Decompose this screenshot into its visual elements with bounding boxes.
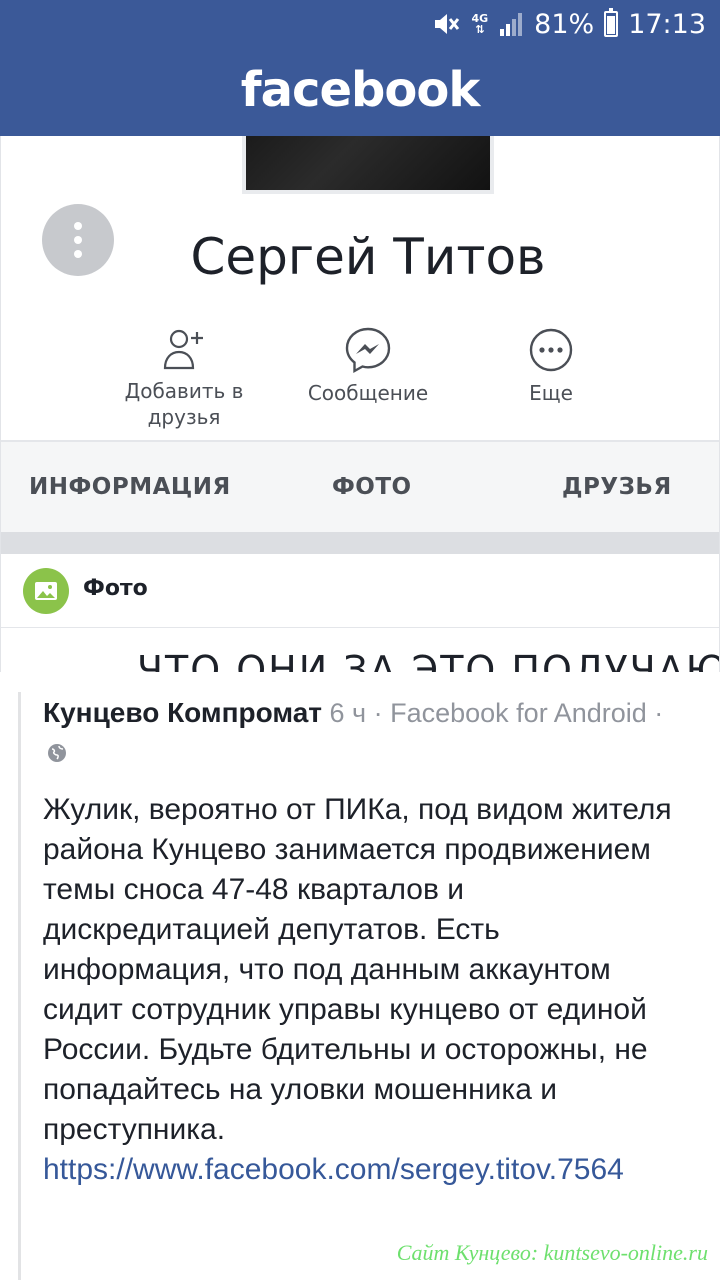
post-text: Жулик, вероятно от ПИКа, под видом жител… — [43, 793, 672, 1146]
post-body: Жулик, вероятно от ПИКа, под видом жител… — [43, 790, 683, 1190]
photo-icon — [23, 568, 69, 614]
tab-info[interactable]: ИНФОРМАЦИЯ — [29, 474, 231, 500]
post: Кунцево Компромат 6 ч · Facebook for And… — [0, 672, 720, 1280]
photos-section-header[interactable]: Фото — [1, 554, 719, 628]
profile-actions: Добавить в друзья Сообщение Еще — [1, 326, 719, 436]
battery-icon — [604, 8, 619, 37]
status-bar: 4G ⇅ 81% 17:13 — [0, 0, 720, 48]
post-header: Кунцево Компромат 6 ч · Facebook for And… — [43, 694, 683, 770]
profile-picture[interactable] — [242, 136, 494, 194]
signal-icon — [500, 13, 523, 36]
photos-section-label: Фото — [83, 576, 148, 601]
profile-name: Сергей Титов — [190, 228, 546, 286]
quote-bar — [18, 692, 21, 1280]
message-button[interactable]: Сообщение — [278, 326, 458, 406]
post-link[interactable]: https://www.facebook.com/sergey.titov.75… — [43, 1150, 683, 1190]
more-button[interactable]: Еще — [461, 326, 641, 406]
battery-fill — [607, 16, 616, 34]
cropped-caption: ЧТО ОНИ ЗА ЭТО ПОЛУЧАЮТ — [137, 648, 720, 672]
tab-photos[interactable]: ФОТО — [332, 474, 412, 500]
clock: 17:13 — [628, 8, 706, 40]
post-meta: 6 ч · Facebook for Android · — [329, 698, 664, 728]
more-label: Еще — [529, 381, 573, 405]
message-label: Сообщение — [307, 381, 429, 405]
more-icon — [529, 328, 573, 372]
section-separator — [1, 532, 719, 554]
add-friend-label: Добавить в друзья — [124, 379, 244, 429]
facebook-logo[interactable]: facebook — [0, 62, 720, 118]
battery-percent: 81% — [534, 8, 595, 40]
watermark: Сайт Кунцево: kuntsevo-online.ru — [396, 1240, 708, 1265]
profile-tabs: ИНФОРМАЦИЯ ФОТО ДРУЗЬЯ — [1, 442, 719, 532]
app-bar: facebook — [0, 48, 720, 136]
mute-icon — [435, 14, 460, 34]
profile-screenshot: Сергей Титов Добавить в друзья Сообщение — [0, 136, 720, 672]
add-friend-button[interactable]: Добавить в друзья — [94, 326, 274, 430]
network-indicator: 4G ⇅ — [471, 13, 488, 35]
tab-friends[interactable]: ДРУЗЬЯ — [562, 474, 672, 500]
add-friend-icon — [163, 329, 203, 370]
messenger-icon — [345, 327, 391, 374]
data-arrows-icon: ⇅ — [475, 23, 485, 36]
globe-icon — [48, 743, 66, 762]
post-author[interactable]: Кунцево Компромат — [43, 697, 322, 728]
